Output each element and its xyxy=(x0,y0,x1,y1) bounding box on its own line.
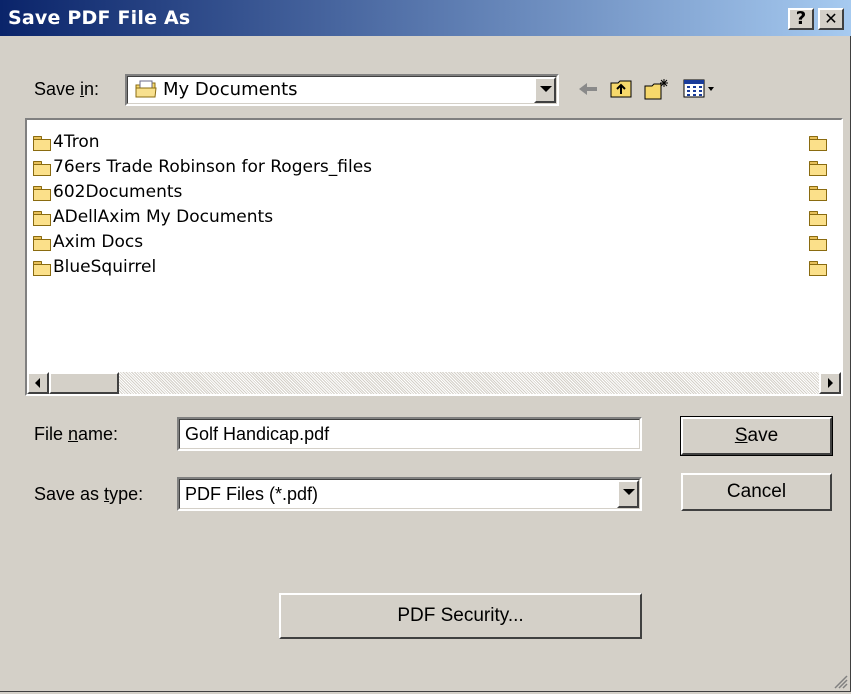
list-item-label: Axim Docs xyxy=(53,232,144,252)
horizontal-scrollbar[interactable] xyxy=(27,372,841,394)
dialog-title: Save PDF File As xyxy=(8,7,191,29)
file-list[interactable]: 4Tron 76ers Trade Robinson for Rogers_fi… xyxy=(25,118,843,396)
folder-icon xyxy=(33,236,51,251)
arrow-left-icon xyxy=(35,378,40,388)
list-item-folder[interactable]: 76ers Trade Robinson for Rogers_files xyxy=(31,157,827,181)
folder-icon xyxy=(809,136,827,151)
scroll-thumb[interactable] xyxy=(49,372,119,394)
title-bar: Save PDF File As ? ✕ xyxy=(0,0,851,36)
back-icon[interactable] xyxy=(577,78,601,102)
help-icon: ? xyxy=(795,8,807,29)
folder-icon xyxy=(809,186,827,201)
arrow-right-icon xyxy=(828,378,833,388)
list-item-label: 602Documents xyxy=(53,182,183,202)
my-documents-icon xyxy=(135,80,157,98)
file-name-label: File name: xyxy=(34,424,119,444)
save-as-type-dropdown-button[interactable] xyxy=(617,480,639,508)
list-item-label: ADellAxim My Documents xyxy=(53,207,274,227)
save-as-type-value: PDF Files (*.pdf) xyxy=(185,484,319,504)
folder-icon xyxy=(33,186,51,201)
up-folder-icon[interactable] xyxy=(609,78,635,102)
cancel-button[interactable]: Cancel xyxy=(681,473,832,511)
close-icon: ✕ xyxy=(824,9,838,28)
file-name-field[interactable]: Golf Handicap.pdf xyxy=(177,417,642,451)
pdf-security-button[interactable]: PDF Security... xyxy=(279,593,642,639)
save-as-type-select[interactable]: PDF Files (*.pdf) xyxy=(177,477,642,511)
save-in-dropdown-button[interactable] xyxy=(534,77,556,103)
folder-icon xyxy=(809,161,827,176)
folder-icon xyxy=(33,261,51,276)
save-as-type-label: Save as type: xyxy=(34,484,144,504)
folder-icon xyxy=(33,136,51,151)
save-in-combobox[interactable]: My Documents xyxy=(125,74,559,106)
scroll-right-button[interactable] xyxy=(819,372,841,394)
folder-icon xyxy=(33,211,51,226)
save-button[interactable]: Save xyxy=(680,416,833,456)
save-pdf-dialog: Save PDF File As ? ✕ Save in: My Documen… xyxy=(0,0,851,692)
list-item-folder[interactable]: 602Documents xyxy=(31,182,827,206)
folder-icon xyxy=(809,261,827,276)
resize-grip-icon[interactable] xyxy=(832,673,848,689)
file-rows: 4Tron 76ers Trade Robinson for Rogers_fi… xyxy=(31,126,841,366)
help-button[interactable]: ? xyxy=(788,8,814,30)
save-in-label: Save in: xyxy=(34,79,100,99)
list-item-folder[interactable]: Axim Docs xyxy=(31,232,827,256)
list-item-folder[interactable]: ADellAxim My Documents xyxy=(31,207,827,231)
folder-icon xyxy=(809,211,827,226)
folder-icon xyxy=(33,161,51,176)
close-button[interactable]: ✕ xyxy=(818,8,844,30)
new-folder-icon[interactable] xyxy=(643,78,671,102)
scroll-left-button[interactable] xyxy=(27,372,49,394)
save-in-value: My Documents xyxy=(163,79,298,100)
list-item-label: BlueSquirrel xyxy=(53,257,157,277)
list-item-folder[interactable]: 4Tron xyxy=(31,132,827,156)
list-item-label: 4Tron xyxy=(53,132,100,152)
view-menu-icon[interactable] xyxy=(683,78,717,102)
list-item-label: 76ers Trade Robinson for Rogers_files xyxy=(53,157,373,177)
list-item-folder[interactable]: BlueSquirrel xyxy=(31,257,827,281)
file-name-value: Golf Handicap.pdf xyxy=(185,424,330,444)
folder-icon xyxy=(809,236,827,251)
